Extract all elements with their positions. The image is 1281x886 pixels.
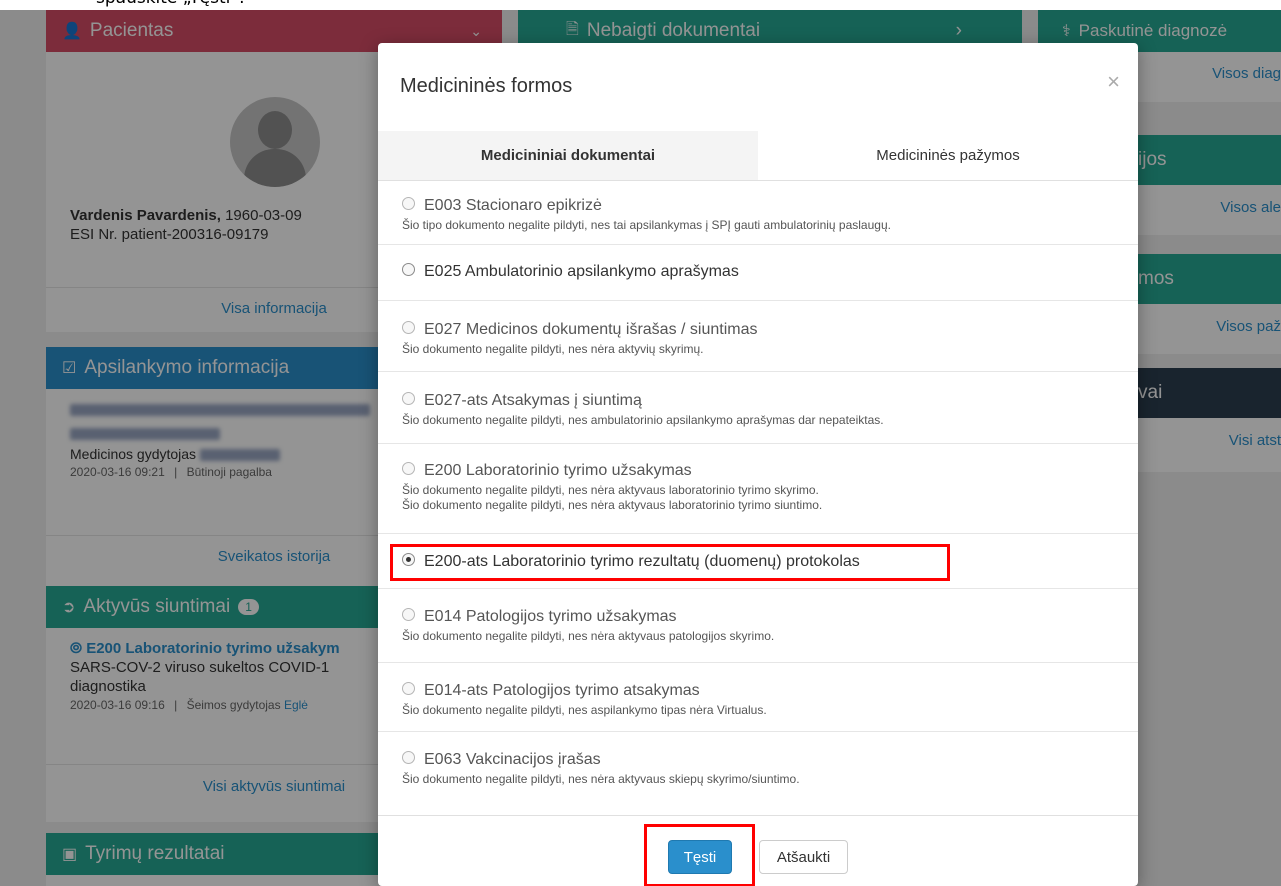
form-option-e027[interactable]: E027 Medicinos dokumentų išrašas / siunt…	[378, 301, 1138, 372]
instruction-caption: spauskite „Tęsti“.	[96, 0, 245, 8]
medical-forms-modal: Medicininės formos × Medicininiai dokume…	[378, 43, 1138, 886]
form-label: E003 Stacionaro epikrizė	[424, 197, 602, 214]
form-option-e027-ats[interactable]: E027-ats Atsakymas į siuntimą Šio dokume…	[378, 372, 1138, 444]
form-note: Šio dokumento negalite pildyti, nes nėra…	[402, 629, 775, 643]
dashboard: 👤 Pacientas ⌄ Vardenis Pavardenis, 1960-…	[0, 10, 1281, 886]
highlight-box	[390, 544, 950, 581]
tab-medical-documents[interactable]: Medicininiai dokumentai	[378, 131, 758, 180]
radio-e014-ats[interactable]	[402, 682, 415, 696]
modal-footer: Tęsti Atšaukti	[378, 815, 1138, 886]
radio-e025[interactable]	[402, 263, 415, 277]
cancel-button[interactable]: Atšaukti	[759, 840, 848, 874]
form-label: E027 Medicinos dokumentų išrašas / siunt…	[424, 321, 758, 338]
form-note: Šio dokumento negalite pildyti, nes nėra…	[402, 498, 823, 512]
form-note: Šio dokumento negalite pildyti, nes nėra…	[402, 772, 800, 786]
modal-title: Medicininės formos	[400, 75, 573, 97]
form-option-e003[interactable]: E003 Stacionaro epikrizė Šio tipo dokume…	[378, 181, 1138, 245]
form-label: E200 Laboratorinio tyrimo užsakymas	[424, 462, 692, 479]
form-list: E003 Stacionaro epikrizė Šio tipo dokume…	[378, 181, 1138, 804]
modal-header: Medicininės formos ×	[378, 43, 1138, 131]
radio-e200[interactable]	[402, 462, 415, 476]
form-note: Šio dokumento negalite pildyti, nes ambu…	[402, 413, 884, 427]
form-label: E025 Ambulatorinio apsilankymo aprašymas	[424, 263, 739, 280]
form-option-e014[interactable]: E014 Patologijos tyrimo užsakymas Šio do…	[378, 589, 1138, 663]
form-option-e200[interactable]: E200 Laboratorinio tyrimo užsakymas Šio …	[378, 444, 1138, 534]
radio-e027[interactable]	[402, 321, 415, 335]
form-option-e014-ats[interactable]: E014-ats Patologijos tyrimo atsakymas Ši…	[378, 663, 1138, 732]
form-note: Šio dokumento negalite pildyti, nes aspi…	[402, 703, 767, 717]
form-note: Šio dokumento negalite pildyti, nes nėra…	[402, 342, 704, 356]
form-option-e063[interactable]: E063 Vakcinacijos įrašas Šio dokumento n…	[378, 732, 1138, 804]
form-label: E027-ats Atsakymas į siuntimą	[424, 392, 642, 409]
continue-button[interactable]: Tęsti	[668, 840, 732, 874]
radio-e003[interactable]	[402, 197, 415, 211]
tab-medical-certificates[interactable]: Medicininės pažymos	[758, 131, 1138, 180]
radio-e014[interactable]	[402, 608, 415, 622]
close-icon[interactable]: ×	[1107, 69, 1120, 95]
form-label: E014-ats Patologijos tyrimo atsakymas	[424, 682, 700, 699]
form-label: E014 Patologijos tyrimo užsakymas	[424, 608, 677, 625]
modal-tabs: Medicininiai dokumentai Medicininės pažy…	[378, 131, 1138, 181]
form-option-e025[interactable]: E025 Ambulatorinio apsilankymo aprašymas	[378, 245, 1138, 301]
form-option-e200-ats[interactable]: E200-ats Laboratorinio tyrimo rezultatų …	[378, 534, 1138, 589]
radio-e063[interactable]	[402, 751, 415, 765]
form-note: Šio tipo dokumento negalite pildyti, nes…	[402, 218, 891, 232]
form-label: E063 Vakcinacijos įrašas	[424, 751, 601, 768]
form-note: Šio dokumento negalite pildyti, nes nėra…	[402, 483, 819, 497]
radio-e027-ats[interactable]	[402, 392, 415, 406]
